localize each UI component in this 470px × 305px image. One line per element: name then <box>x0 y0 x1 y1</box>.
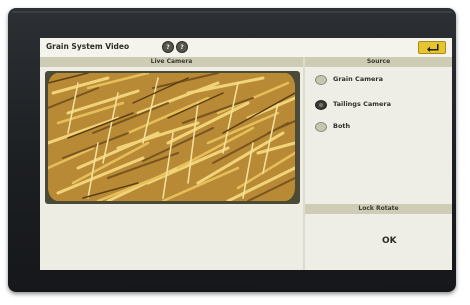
display-screen: Grain System Video ? ? Live Camera Sourc… <box>40 38 452 270</box>
help-button-2[interactable]: ? <box>176 41 188 53</box>
help-button-1[interactable]: ? <box>162 41 174 53</box>
source-header: Source <box>305 57 452 67</box>
title-bar: Grain System Video ? ? <box>40 38 452 57</box>
radio-button[interactable] <box>315 122 327 132</box>
camera-frame <box>45 71 300 204</box>
ok-button[interactable]: OK <box>382 236 397 246</box>
grain-texture-image <box>48 73 295 201</box>
exit-arrow-icon <box>427 44 439 52</box>
live-camera-header: Live Camera <box>40 57 303 67</box>
radio-button-selected[interactable] <box>315 100 327 110</box>
camera-feed-image <box>48 73 295 201</box>
lock-rotate-header: Lock Rotate <box>305 204 452 214</box>
page-title: Grain System Video <box>46 42 130 51</box>
bezel-highlight <box>12 11 452 13</box>
exit-button[interactable] <box>418 41 446 54</box>
camera-info-area <box>40 206 303 270</box>
source-option-label: Grain Camera <box>333 75 383 83</box>
source-option-label: Tailings Camera <box>333 100 392 108</box>
radio-button[interactable] <box>315 75 327 85</box>
source-option-label: Both <box>333 122 351 130</box>
panel-divider <box>303 57 305 270</box>
